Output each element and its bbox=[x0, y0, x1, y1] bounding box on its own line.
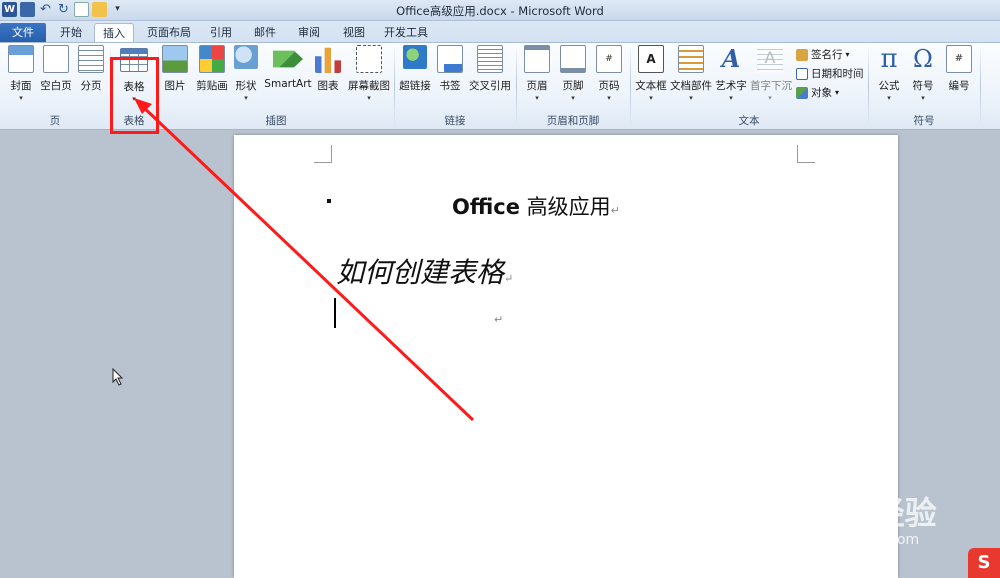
baidu-watermark: Baidu经验 bbox=[770, 494, 937, 532]
baidu-watermark-url: jingyan.baidu.com bbox=[790, 532, 920, 548]
sogou-ime-icon[interactable]: S bbox=[968, 548, 1000, 578]
